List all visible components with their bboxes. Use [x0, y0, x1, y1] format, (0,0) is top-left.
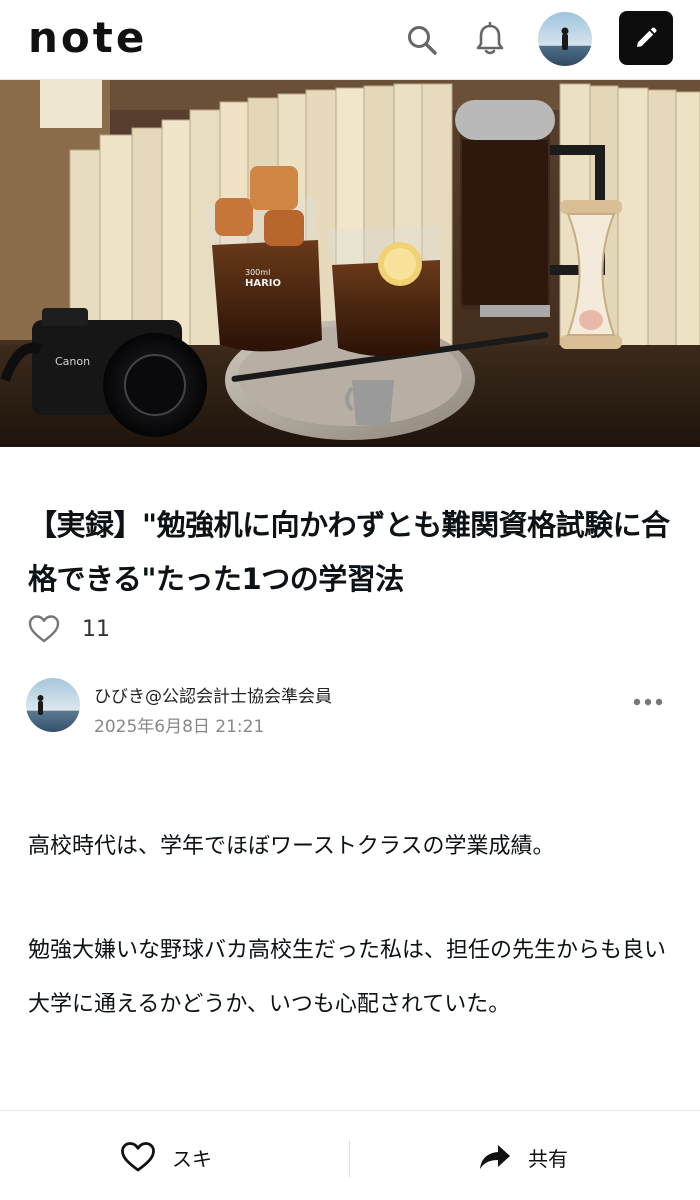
- pencil-icon: [637, 27, 657, 47]
- article-paragraph: 高校時代は、学年でほぼワーストクラスの学業成績。: [28, 834, 555, 859]
- heart-outline-icon[interactable]: [28, 614, 60, 644]
- hero-image: 300ml HARIO Canon: [0, 80, 700, 447]
- beaker-brand-text: HARIO: [245, 278, 281, 289]
- top-header: note: [0, 0, 700, 80]
- share-button-label: 共有: [528, 1146, 568, 1171]
- author-name[interactable]: ひびき@公認会計士協会準会員: [94, 682, 332, 707]
- heart-outline-icon: [121, 1142, 155, 1172]
- search-button[interactable]: [400, 18, 444, 62]
- article-paragraph: 勉強大嫌いな野球バカ高校生だった私は、担任の先生からも良い大学に通えるかどうか、…: [28, 938, 667, 1017]
- author-block: ひびき@公認会計士協会準会員 2025年6月8日 21:21: [26, 678, 676, 738]
- more-options-button[interactable]: [630, 690, 666, 714]
- action-divider: [349, 1141, 350, 1177]
- like-button-label: スキ: [172, 1146, 212, 1171]
- share-button[interactable]: 共有: [478, 1139, 568, 1175]
- post-button[interactable]: [619, 11, 673, 65]
- bell-icon: [476, 22, 504, 55]
- notifications-button[interactable]: [468, 18, 512, 62]
- more-dots-icon: [633, 698, 663, 706]
- like-button[interactable]: スキ: [120, 1139, 212, 1175]
- publish-date: 2025年6月8日 21:21: [94, 717, 265, 737]
- user-avatar[interactable]: [538, 12, 592, 66]
- like-count: 11: [82, 616, 110, 642]
- share-arrow-icon: [480, 1145, 510, 1169]
- search-icon: [408, 26, 437, 55]
- coffee-still-life-illustration: 300ml HARIO Canon: [0, 80, 700, 447]
- bottom-action-bar: スキ 共有: [0, 1110, 700, 1200]
- beaker-capacity-text: 300ml: [245, 268, 270, 277]
- note-logo[interactable]: note: [28, 14, 147, 62]
- author-avatar[interactable]: [26, 678, 80, 732]
- camera-brand-text: Canon: [55, 355, 90, 368]
- like-summary: 11: [28, 612, 110, 646]
- article-title: 【実録】"勉強机に向かわずとも難関資格試験に合格できる"たった1つの学習法: [28, 508, 670, 596]
